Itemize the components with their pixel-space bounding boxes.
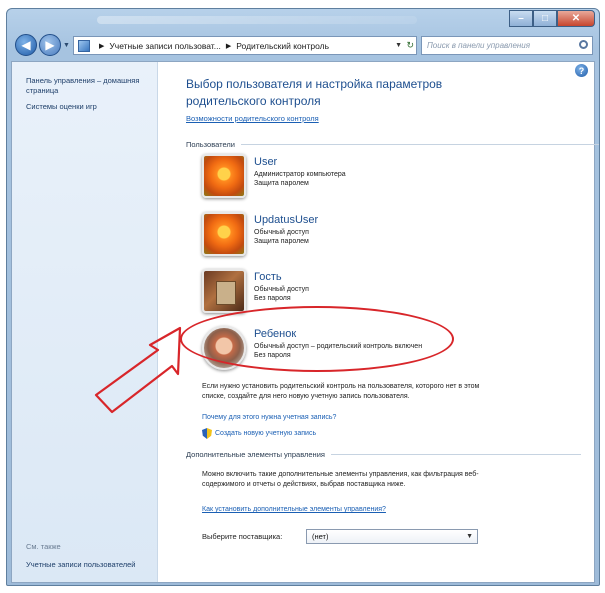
- provider-label: Выберите поставщика:: [202, 532, 283, 541]
- extra-controls-link[interactable]: Как установить дополнительные элементы у…: [202, 506, 386, 513]
- navigation-bar: ◀ ▶ ▼ ▶ Учетные записи пользоват... ▶ Ро…: [7, 31, 599, 63]
- search-placeholder: Поиск в панели управления: [427, 41, 531, 50]
- create-account-label: Создать новую учетную запись: [215, 430, 317, 437]
- section-divider: [240, 144, 599, 145]
- close-button[interactable]: ✕: [557, 10, 595, 27]
- user-name: Гость: [254, 271, 282, 283]
- search-input[interactable]: Поиск в панели управления: [421, 36, 593, 55]
- provider-select[interactable]: (нет) ▼: [306, 529, 478, 544]
- user-name: User: [254, 156, 278, 168]
- extra-controls-heading: Дополнительные элементы управления: [186, 450, 581, 459]
- user-tile-updatususer[interactable]: UpdatusUser Обычный доступ Защита пароле…: [202, 212, 502, 260]
- user-role: Обычный доступ: [254, 229, 309, 236]
- users-section-heading: Пользователи: [186, 140, 599, 149]
- refresh-icon[interactable]: ↻: [406, 40, 414, 51]
- chevron-down-icon: ▼: [466, 533, 473, 540]
- user-password-status: Без пароля: [254, 295, 291, 302]
- why-account-link[interactable]: Почему для этого нужна учетная запись?: [202, 414, 336, 421]
- create-account-link[interactable]: Создать новую учетную запись: [202, 428, 316, 439]
- highlight-oval: [180, 306, 454, 372]
- address-dropdown-icon[interactable]: ▼: [395, 42, 402, 49]
- breadcrumb-user-accounts[interactable]: Учетные записи пользоват...: [109, 41, 220, 51]
- flower-icon: [202, 154, 246, 198]
- sidebar-item-control-panel-home[interactable]: Панель управления – домашняя страница: [26, 76, 146, 96]
- search-icon[interactable]: [579, 40, 588, 49]
- title-bar-glass: [97, 16, 417, 24]
- user-role: Обычный доступ: [254, 286, 309, 293]
- users-heading-label: Пользователи: [186, 140, 235, 149]
- minimize-button[interactable]: –: [509, 10, 533, 27]
- breadcrumb-separator-icon[interactable]: ▶: [99, 42, 104, 50]
- task-pane: Панель управления – домашняя страница Си…: [12, 62, 158, 582]
- user-tile-user[interactable]: User Администратор компьютера Защита пар…: [202, 154, 502, 202]
- flower-icon: [202, 212, 246, 256]
- forward-button[interactable]: ▶: [39, 34, 61, 56]
- maximize-button[interactable]: □: [533, 10, 557, 27]
- forward-arrow-icon: ▶: [45, 38, 55, 52]
- window-controls: – □ ✕: [509, 10, 595, 27]
- user-role: Администратор компьютера: [254, 171, 346, 178]
- uac-shield-icon: [202, 428, 212, 439]
- control-panel-icon: [78, 39, 90, 52]
- breadcrumb-parental-controls[interactable]: Родительский контроль: [236, 41, 329, 51]
- create-account-description: Если нужно установить родительский контр…: [202, 383, 480, 400]
- user-password-status: Защита паролем: [254, 238, 309, 245]
- section-divider: [330, 454, 581, 455]
- recent-pages-dropdown[interactable]: ▼: [63, 42, 70, 49]
- user-name: UpdatusUser: [254, 214, 319, 226]
- extra-controls-description: Можно включить такие дополнительные элем…: [202, 471, 479, 488]
- guest-icon: [202, 269, 246, 313]
- back-button[interactable]: ◀: [15, 34, 37, 56]
- sidebar-item-user-accounts[interactable]: Учетные записи пользователей: [26, 560, 146, 570]
- extra-heading-label: Дополнительные элементы управления: [186, 450, 325, 459]
- sidebar-item-game-ratings[interactable]: Системы оценки игр: [26, 102, 146, 112]
- breadcrumb-separator-icon[interactable]: ▶: [226, 42, 231, 50]
- help-icon[interactable]: ?: [575, 64, 588, 77]
- parental-controls-info-link[interactable]: Возможности родительского контроля: [186, 114, 319, 123]
- user-password-status: Защита паролем: [254, 180, 309, 187]
- page-title: Выбор пользователя и настройка параметро…: [186, 77, 443, 108]
- address-bar[interactable]: ▶ Учетные записи пользоват... ▶ Родитель…: [73, 36, 417, 55]
- see-also-heading: См. также: [26, 542, 61, 551]
- title-bar: – □ ✕: [7, 9, 599, 31]
- back-arrow-icon: ◀: [21, 38, 31, 52]
- explorer-window: – □ ✕ ◀ ▶ ▼ ▶ Учетные записи пользоват..…: [6, 8, 600, 586]
- provider-selected-value: (нет): [312, 532, 329, 541]
